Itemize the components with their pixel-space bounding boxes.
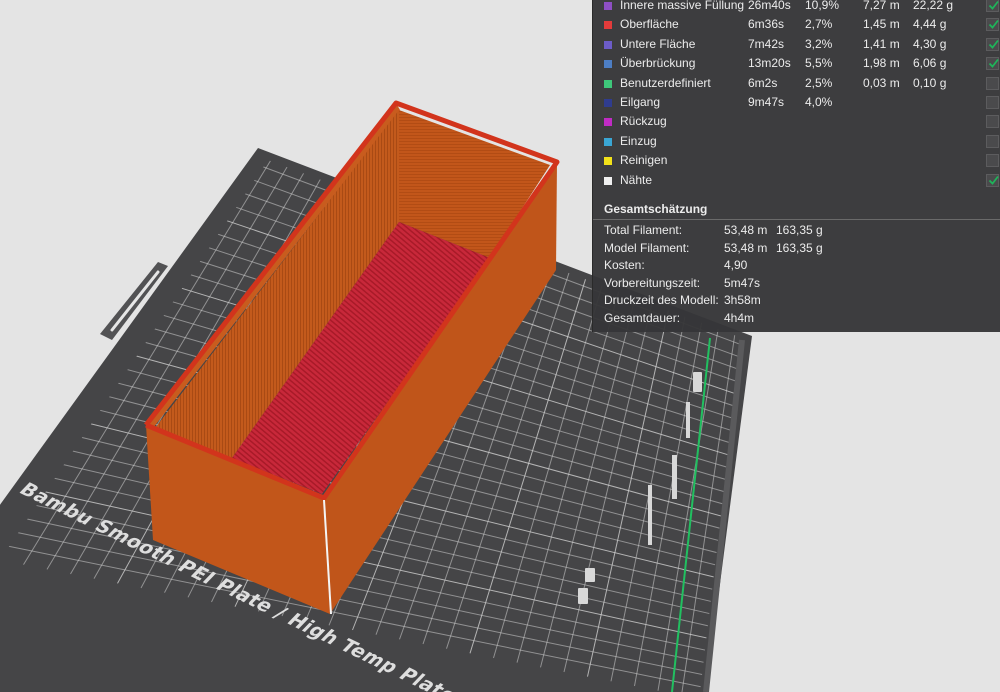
- line-type-color-swatch: [604, 157, 612, 166]
- line-type-color-swatch: [604, 99, 612, 107]
- line-type-time: 13m20s: [748, 56, 791, 71]
- line-type-visibility-checkbox[interactable]: [986, 173, 999, 187]
- line-type-color-swatch: [604, 79, 612, 88]
- line-type-row: Überbrückung 13m20s 5,5% 1,98 m 6,06 g: [593, 55, 1000, 74]
- line-type-percent: 10,9%: [805, 0, 840, 12]
- line-type-visibility-checkbox[interactable]: [986, 18, 999, 32]
- line-type-percent: 5,5%: [805, 56, 833, 71]
- line-type-color-swatch: [604, 137, 612, 146]
- summary-value-secondary: 163,35 g: [776, 223, 823, 237]
- line-type-name: Eilgang: [620, 95, 661, 109]
- summary-row: Model Filament: 53,48 m 163,35 g: [593, 241, 1000, 259]
- summary-row: Gesamtdauer: 4h4m: [593, 311, 1000, 329]
- summary-label: Kosten:: [604, 258, 645, 273]
- summary-value: 4,90: [724, 258, 748, 273]
- check-icon: [988, 20, 999, 30]
- line-type-percent: 3,2%: [805, 36, 833, 51]
- summary-value: 3h58m: [724, 293, 761, 308]
- summary-value: 4h4m: [724, 311, 755, 325]
- line-type-color-swatch: [604, 118, 612, 127]
- line-type-length: 1,98 m: [863, 56, 900, 71]
- line-type-name: Oberfläche: [620, 17, 679, 32]
- line-type-visibility-checkbox[interactable]: [986, 76, 999, 90]
- line-type-row: Einzug: [593, 133, 1000, 152]
- line-type-weight: 4,30 g: [913, 36, 947, 51]
- line-type-name: Benutzerdefiniert: [620, 75, 711, 90]
- line-type-time: 7m42s: [748, 36, 785, 51]
- line-type-color-swatch: [604, 60, 612, 69]
- line-type-visibility-checkbox[interactable]: [986, 37, 999, 51]
- summary-header: Gesamtschätzung: [593, 198, 1000, 220]
- check-icon: [988, 0, 999, 10]
- line-type-length: 7,27 m: [863, 0, 900, 12]
- line-type-name: Einzug: [620, 133, 657, 148]
- line-type-row: Nähte: [593, 172, 1000, 191]
- line-type-name: Innere massive Füllung: [620, 0, 745, 12]
- line-type-weight: 6,06 g: [913, 56, 947, 71]
- line-type-visibility-checkbox[interactable]: [986, 96, 999, 109]
- line-type-visibility-checkbox[interactable]: [986, 154, 999, 168]
- line-type-time: 9m47s: [748, 95, 785, 109]
- line-type-name: Rückzug: [620, 114, 667, 129]
- line-type-weight: 22,22 g: [913, 0, 954, 12]
- line-type-time: 26m40s: [748, 0, 791, 12]
- line-type-percent: 4,0%: [805, 95, 833, 109]
- line-type-row: Untere Fläche 7m42s 3,2% 1,41 m 4,30 g: [593, 36, 1000, 55]
- line-type-row: Reinigen: [593, 152, 1000, 171]
- line-type-length: 1,45 m: [863, 17, 900, 32]
- check-icon: [988, 39, 999, 49]
- line-type-weight: 4,44 g: [913, 17, 947, 32]
- line-type-length: 1,41 m: [863, 36, 900, 51]
- summary-value: 53,48 m: [724, 240, 768, 255]
- line-type-name: Untere Fläche: [620, 36, 696, 51]
- summary-label: Vorbereitungszeit:: [604, 275, 701, 290]
- line-type-time: 6m36s: [748, 17, 785, 32]
- summary-value-secondary: 163,35 g: [776, 240, 823, 255]
- line-type-color-swatch: [604, 21, 612, 30]
- summary-label: Model Filament:: [604, 240, 690, 255]
- line-type-visibility-checkbox[interactable]: [986, 0, 999, 12]
- line-type-length: 0,03 m: [863, 75, 900, 90]
- summary-value: 53,48 m: [724, 223, 768, 237]
- line-type-color-swatch: [604, 40, 612, 49]
- summary-row: Vorbereitungszeit: 5m47s: [593, 276, 1000, 294]
- summary-value: 5m47s: [724, 275, 761, 290]
- line-type-row: Eilgang 9m47s 4,0%: [593, 94, 1000, 113]
- summary-row: Kosten: 4,90: [593, 258, 1000, 276]
- line-type-visibility-checkbox[interactable]: [986, 134, 999, 148]
- line-type-percent: 2,5%: [805, 75, 833, 90]
- check-icon: [988, 175, 999, 185]
- line-type-name: Reinigen: [620, 153, 668, 168]
- line-type-name: Nähte: [620, 172, 653, 187]
- line-type-row: Rückzug: [593, 113, 1000, 132]
- line-type-row: Innere massive Füllung 26m40s 10,9% 7,27 m 2…: [593, 0, 1000, 16]
- line-type-visibility-checkbox[interactable]: [986, 57, 999, 71]
- summary-row: Total Filament: 53,48 m 163,35 g: [593, 223, 1000, 241]
- summary-title: Gesamtschätzung: [604, 202, 708, 216]
- line-type-color-swatch: [604, 176, 612, 185]
- line-type-color-swatch: [604, 2, 612, 10]
- line-type-time: 6m2s: [748, 75, 778, 90]
- line-type-name: Überbrückung: [620, 56, 696, 71]
- summary-label: Gesamtdauer:: [604, 311, 681, 325]
- line-type-weight: 0,10 g: [913, 75, 947, 90]
- check-icon: [988, 59, 999, 69]
- line-type-row: Benutzerdefiniert 6m2s 2,5% 0,03 m 0,10 g: [593, 75, 1000, 94]
- line-type-percent: 2,7%: [805, 17, 833, 32]
- summary-label: Total Filament:: [604, 223, 683, 237]
- summary-row: Druckzeit des Modell: 3h58m: [593, 293, 1000, 311]
- line-type-visibility-checkbox[interactable]: [986, 115, 999, 129]
- line-type-row: Oberfläche 6m36s 2,7% 1,45 m 4,44 g: [593, 16, 1000, 35]
- summary-label: Druckzeit des Modell:: [604, 293, 719, 308]
- slice-statistics-panel: Innere massive Füllung 26m40s 10,9% 7,27 m 2…: [592, 0, 1000, 332]
